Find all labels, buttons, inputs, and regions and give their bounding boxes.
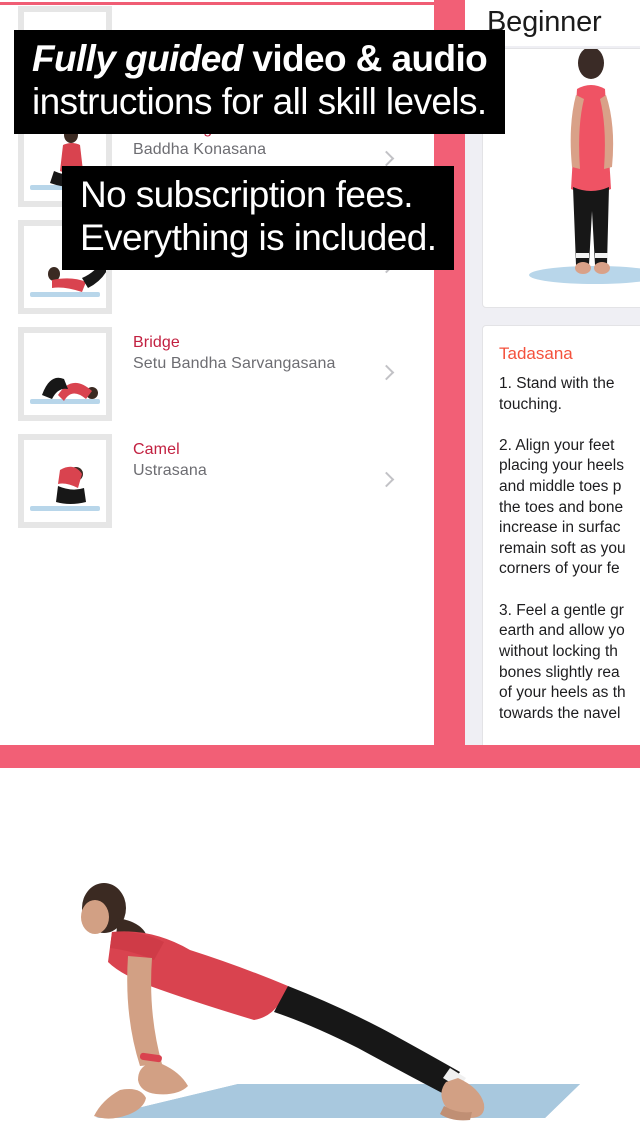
caption-1-line-2: instructions for all skill levels. <box>32 80 487 122</box>
pose-image-card[interactable] <box>482 48 640 308</box>
pose-list-item[interactable]: Camel Ustrasana <box>0 427 434 534</box>
collage-area: Bound AngleBaddha KonasanaBow PoseDhanur… <box>0 0 640 768</box>
plank-pose-photo <box>81 883 580 1121</box>
app-screenshot-collage: Bound AngleBaddha KonasanaBow PoseDhanur… <box>0 0 640 1136</box>
pose-thumbnail <box>18 434 112 528</box>
caption-2-line-2: Everything is included. <box>80 216 437 258</box>
pose-thumbnail <box>18 327 112 421</box>
pose-instructions-text: 1. Stand with the touching. 2. Align you… <box>499 375 626 722</box>
caption-1-line-1: Fully guided video & audio <box>32 38 488 81</box>
chevron-right-icon[interactable] <box>378 364 395 381</box>
standing-pose-figure <box>529 49 640 284</box>
pose-list-item[interactable]: Bridge Setu Bandha Sarvangasana <box>0 320 434 427</box>
chevron-right-icon[interactable] <box>378 471 395 488</box>
pose-sanskrit-name: Tadasana <box>499 344 573 363</box>
chevron-right-icon[interactable] <box>378 150 395 167</box>
pose-sanskrit: Setu Bandha Sarvangasana <box>133 355 336 372</box>
caption-block-1: Fully guided video & audio instructions … <box>14 30 506 134</box>
pose-sanskrit: Baddha Konasana <box>133 141 267 158</box>
pose-figure-icon <box>30 466 100 511</box>
pose-title: Camel <box>133 441 180 458</box>
pose-sanskrit: Ustrasana <box>133 462 207 479</box>
caption-block-2: No subscription fees. Everything is incl… <box>62 166 455 270</box>
caption-1-rest: video & audio <box>242 38 488 79</box>
player-bar: 00:54 01:22 <box>0 768 640 840</box>
video-player-frame[interactable] <box>0 840 640 1136</box>
caption-1-emphasis: Fully guided <box>32 38 243 79</box>
pose-instructions-card: Tadasana 1. Stand with the touching. 2. … <box>482 325 640 745</box>
pose-title: Bridge <box>133 334 180 351</box>
caption-2-line-1: No subscription fees. <box>80 174 414 215</box>
pose-figure-icon <box>30 377 100 404</box>
pink-bottom-band <box>0 745 640 768</box>
tadasana-illustration <box>483 49 640 307</box>
